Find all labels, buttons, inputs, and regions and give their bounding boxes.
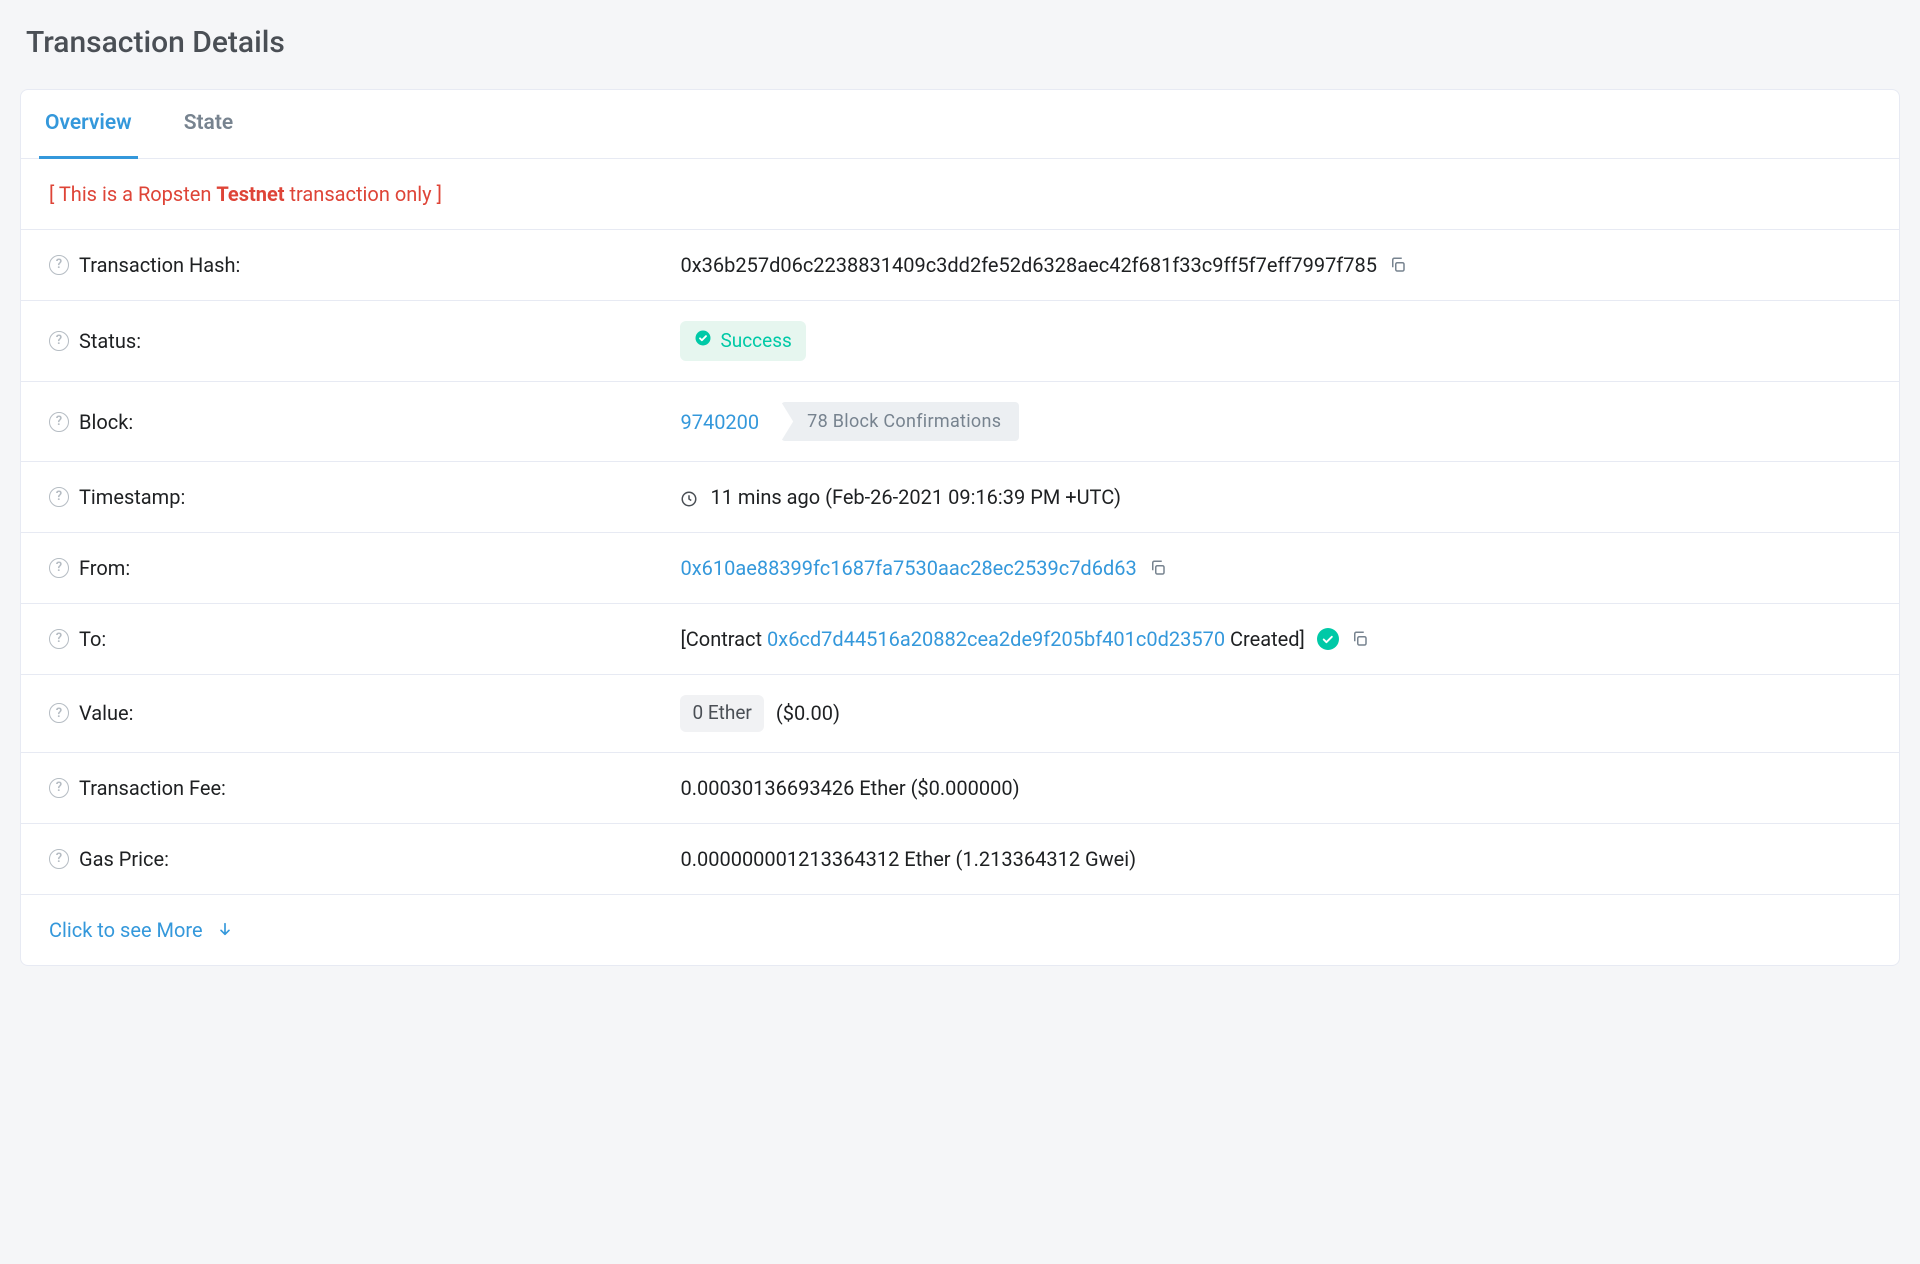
row-value: ? Value: 0 Ether ($0.00) [21, 675, 1899, 753]
help-icon[interactable]: ? [49, 558, 69, 578]
to-suffix: Created] [1225, 627, 1305, 651]
page-title: Transaction Details [26, 20, 1900, 65]
see-more-text: Click to see More [49, 915, 203, 945]
help-icon[interactable]: ? [49, 629, 69, 649]
notice-prefix: [ This is a Ropsten [49, 182, 216, 206]
check-circle-icon [694, 327, 712, 356]
clock-icon [680, 482, 698, 512]
label-value: Value: [79, 698, 134, 728]
row-block: ? Block: 9740200 78 Block Confirmations [21, 382, 1899, 462]
help-icon[interactable]: ? [49, 412, 69, 432]
tab-state[interactable]: State [178, 90, 240, 159]
label-gas-price: Gas Price: [79, 844, 169, 874]
status-text: Success [720, 327, 791, 356]
help-icon[interactable]: ? [49, 703, 69, 723]
label-status: Status: [79, 326, 141, 356]
arrow-down-icon [217, 915, 233, 945]
confirmations-badge: 78 Block Confirmations [781, 402, 1019, 441]
value-timestamp: 11 mins ago (Feb-26-2021 09:16:39 PM +UT… [710, 482, 1120, 512]
row-timestamp: ? Timestamp: 11 mins ago (Feb-26-2021 09… [21, 462, 1899, 533]
help-icon[interactable]: ? [49, 778, 69, 798]
to-address-link[interactable]: 0x6cd7d44516a20882cea2de9f205bf401c0d235… [767, 627, 1225, 651]
help-icon[interactable]: ? [49, 255, 69, 275]
value-gas-price: 0.000000001213364312 Ether (1.213364312 … [680, 844, 1136, 874]
notice-suffix: transaction only ] [285, 182, 442, 206]
from-address-link[interactable]: 0x610ae88399fc1687fa7530aac28ec2539c7d6d… [680, 553, 1136, 583]
label-to: To: [79, 624, 106, 654]
copy-icon[interactable] [1149, 559, 1167, 577]
row-from: ? From: 0x610ae88399fc1687fa7530aac28ec2… [21, 533, 1899, 604]
transaction-card: Overview State [ This is a Ropsten Testn… [20, 89, 1900, 966]
help-icon[interactable]: ? [49, 331, 69, 351]
label-timestamp: Timestamp: [79, 482, 185, 512]
tab-overview[interactable]: Overview [39, 90, 138, 159]
to-prefix: [Contract [680, 627, 767, 651]
testnet-notice: [ This is a Ropsten Testnet transaction … [21, 159, 1899, 230]
copy-icon[interactable] [1389, 256, 1407, 274]
block-number-link[interactable]: 9740200 [680, 407, 759, 437]
value-tx-fee: 0.00030136693426 Ether ($0.000000) [680, 773, 1019, 803]
tabs: Overview State [21, 90, 1899, 159]
see-more-link[interactable]: Click to see More [21, 895, 1899, 965]
copy-icon[interactable] [1351, 630, 1369, 648]
value-tx-hash: 0x36b257d06c2238831409c3dd2fe52d6328aec4… [680, 250, 1377, 280]
value-ether-pill: 0 Ether [680, 695, 763, 732]
help-icon[interactable]: ? [49, 849, 69, 869]
row-tx-fee: ? Transaction Fee: 0.00030136693426 Ethe… [21, 753, 1899, 824]
status-badge: Success [680, 321, 805, 362]
label-from: From: [79, 553, 130, 583]
row-status: ? Status: Success [21, 301, 1899, 383]
verified-icon [1317, 628, 1339, 650]
label-tx-hash: Transaction Hash: [79, 250, 240, 280]
value-usd: ($0.00) [776, 698, 840, 728]
notice-bold: Testnet [216, 182, 284, 206]
row-tx-hash: ? Transaction Hash: 0x36b257d06c22388314… [21, 230, 1899, 301]
row-gas-price: ? Gas Price: 0.000000001213364312 Ether … [21, 824, 1899, 895]
label-block: Block: [79, 407, 133, 437]
label-tx-fee: Transaction Fee: [79, 773, 226, 803]
help-icon[interactable]: ? [49, 487, 69, 507]
row-to: ? To: [Contract 0x6cd7d44516a20882cea2de… [21, 604, 1899, 675]
